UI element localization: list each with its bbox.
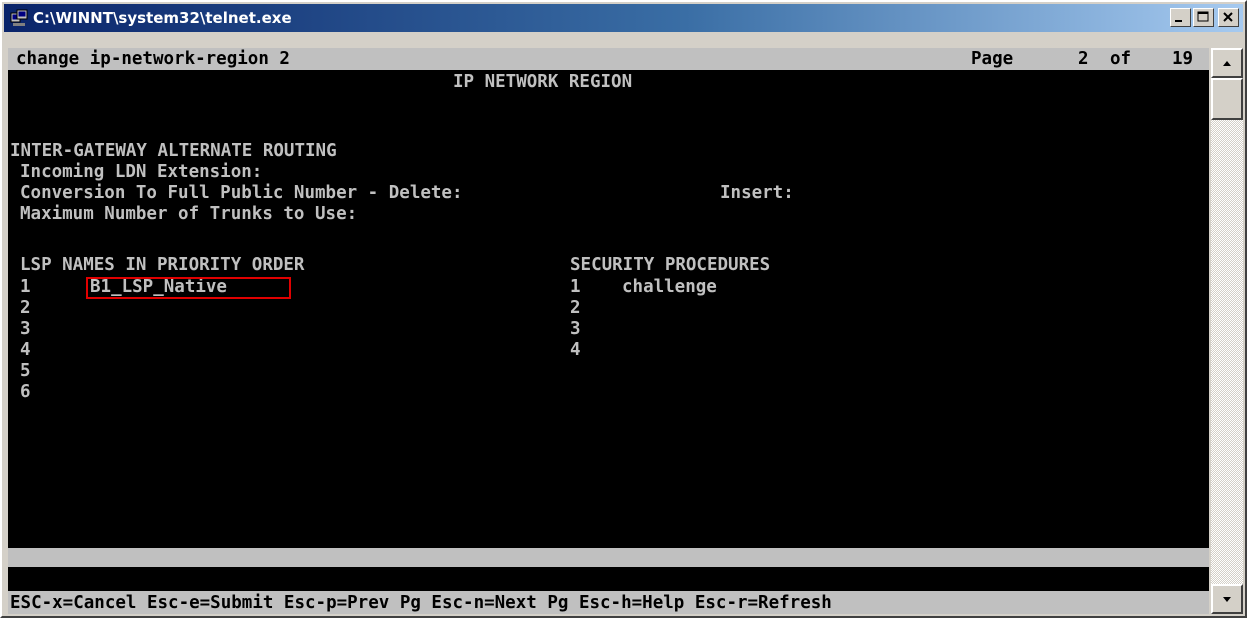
- lsp-heading: LSP NAMES IN PRIORITY ORDER: [20, 255, 305, 275]
- vertical-scrollbar[interactable]: [1211, 48, 1243, 614]
- scroll-up-button[interactable]: [1211, 48, 1243, 78]
- section-heading: INTER-GATEWAY ALTERNATE ROUTING: [10, 141, 337, 161]
- screen-title: IP NETWORK REGION: [453, 72, 633, 92]
- conversion-label: Conversion To Full Public Number - Delet…: [20, 183, 463, 203]
- close-icon: [1223, 12, 1233, 22]
- lsp-row-num: 5: [20, 361, 31, 381]
- insert-label: Insert:: [720, 183, 794, 203]
- security-row-num: 3: [570, 319, 581, 339]
- lsp-row-num: 1: [20, 277, 31, 297]
- command-line: change ip-network-region 2: [16, 49, 290, 69]
- highlight-box: [86, 277, 291, 299]
- security-row-num: 4: [570, 340, 581, 360]
- incoming-ldn-label: Incoming LDN Extension:: [20, 162, 263, 182]
- security-row-num: 2: [570, 298, 581, 318]
- terminal-screen[interactable]: change ip-network-region 2 Page 2 of 19 …: [8, 48, 1209, 614]
- minimize-button[interactable]: [1170, 8, 1191, 27]
- lsp-row-num: 4: [20, 340, 31, 360]
- lsp-row-num: 6: [20, 382, 31, 402]
- security-value-field[interactable]: challenge: [622, 276, 717, 298]
- page-total: 19: [1172, 49, 1194, 69]
- lsp-row-num: 2: [20, 298, 31, 318]
- close-button[interactable]: [1218, 8, 1239, 27]
- arrow-up-icon: [1223, 61, 1231, 66]
- function-keys: ESC-x=Cancel Esc-e=Submit Esc-p=Prev Pg …: [10, 593, 832, 613]
- scroll-thumb[interactable]: [1211, 78, 1243, 120]
- page-of: of: [1110, 49, 1132, 69]
- page-label: Page: [971, 49, 1014, 69]
- page-current: 2: [1078, 49, 1089, 69]
- title-bar[interactable]: C:\WINNT\system32\telnet.exe: [4, 4, 1243, 32]
- title-buttons: [1170, 8, 1239, 27]
- minimize-icon: [1175, 20, 1182, 22]
- window-title: C:\WINNT\system32\telnet.exe: [33, 9, 292, 27]
- lsp-row-num: 3: [20, 319, 31, 339]
- maximize-icon: [1197, 11, 1209, 22]
- telnet-window: C:\WINNT\system32\telnet.exe change ip-n…: [0, 0, 1247, 618]
- telnet-app-icon: [10, 9, 28, 27]
- max-trunks-label: Maximum Number of Trunks to Use:: [20, 204, 358, 224]
- terminal-top-bar: change ip-network-region 2 Page 2 of 19: [8, 48, 1209, 70]
- security-row-num: 1: [570, 277, 581, 297]
- scroll-down-button[interactable]: [1211, 584, 1243, 614]
- arrow-down-icon: [1223, 597, 1231, 602]
- terminal-status-bar: [8, 548, 1209, 567]
- maximize-button[interactable]: [1193, 8, 1214, 27]
- function-key-bar: ESC-x=Cancel Esc-e=Submit Esc-p=Prev Pg …: [8, 591, 1209, 614]
- security-heading: SECURITY PROCEDURES: [570, 255, 771, 275]
